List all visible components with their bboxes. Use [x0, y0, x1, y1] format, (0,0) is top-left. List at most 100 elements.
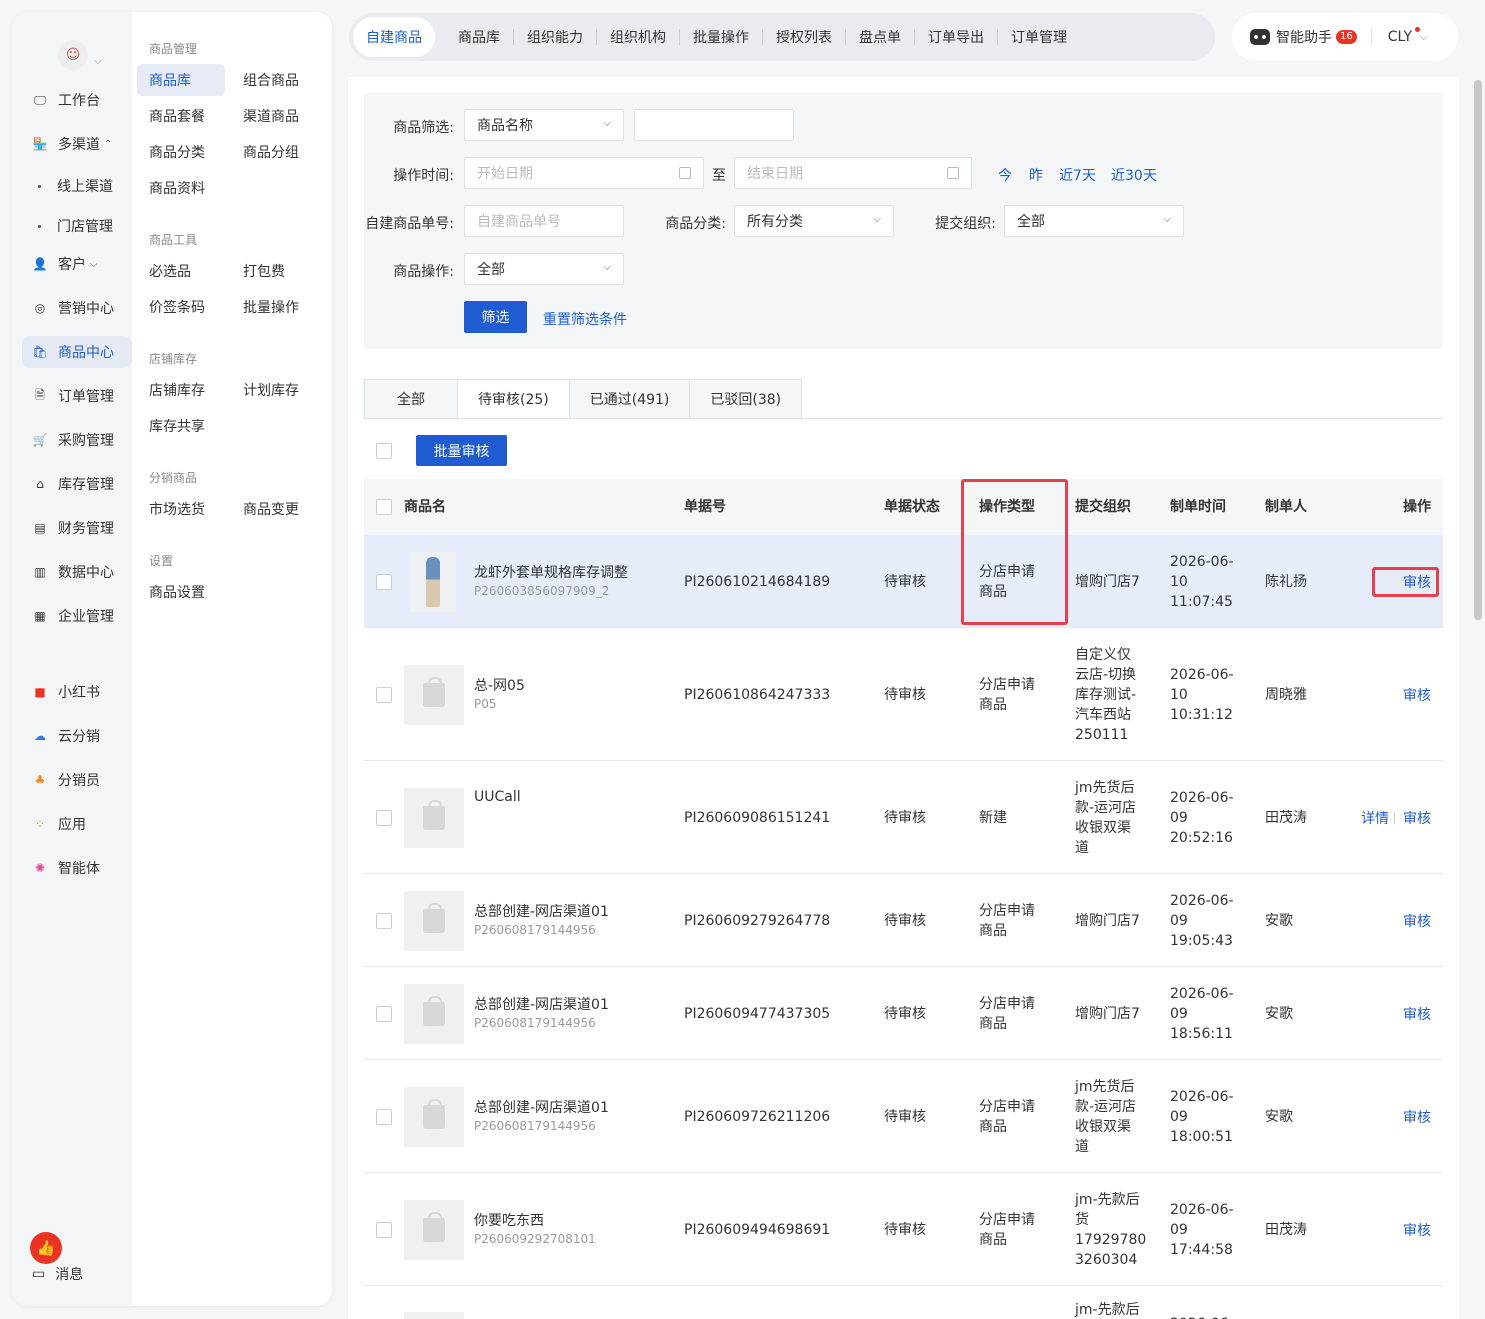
nav2-item[interactable]: 渠道商品: [231, 100, 311, 132]
sidebar-item-9[interactable]: ▥ 数据中心: [22, 556, 132, 588]
row-checkbox[interactable]: [376, 809, 392, 826]
top-tab-5[interactable]: 授权列表: [763, 17, 845, 57]
row-checkbox[interactable]: [376, 1221, 392, 1238]
nav2-item[interactable]: 必选品: [137, 255, 203, 287]
top-tab-3[interactable]: 组织机构: [597, 17, 679, 57]
nav2-item[interactable]: 商品库: [137, 64, 225, 96]
sidebar-item-message[interactable]: ▭ 消息: [32, 1264, 83, 1284]
quick-today[interactable]: 今: [998, 165, 1012, 185]
product-filter-select[interactable]: 商品名称 ⌵: [464, 109, 624, 141]
sidebar-item-7[interactable]: ⌂ 库存管理: [22, 468, 132, 500]
table-row[interactable]: 总部创建-网店渠道01 P260608179144956 PI26060927926…: [364, 874, 1443, 967]
nav2-item[interactable]: 商品分类: [137, 136, 217, 168]
top-tab-2[interactable]: 组织能力: [514, 17, 596, 57]
sidebar-item-6[interactable]: 🛒 采购管理: [22, 424, 132, 456]
product-name[interactable]: UUCall: [474, 789, 521, 805]
row-checkbox[interactable]: [376, 1108, 392, 1125]
product-name[interactable]: 你要吃东西: [474, 1210, 544, 1230]
sidebar-item-5[interactable]: 🗎 订单管理: [22, 380, 132, 412]
status-tab-0[interactable]: 全部: [364, 379, 458, 419]
row-checkbox[interactable]: [376, 573, 392, 590]
nav2-item[interactable]: 商品套餐: [137, 100, 217, 132]
nav2-item[interactable]: 市场选货: [137, 493, 217, 525]
review-link[interactable]: 审核: [1403, 911, 1431, 931]
top-tab-7[interactable]: 订单导出: [915, 17, 997, 57]
header-checkbox[interactable]: [376, 499, 392, 515]
product-name[interactable]: 总部创建-网店渠道01: [474, 901, 609, 921]
sidebar-item-4[interactable]: 🛍 商品中心: [22, 336, 132, 368]
sidebar-app-3[interactable]: ⁘ 应用: [22, 808, 132, 840]
assistant-button[interactable]: 智能助手 16: [1250, 27, 1357, 47]
product-name[interactable]: 总部创建-网店渠道01: [474, 994, 609, 1014]
table-row[interactable]: 龙虾外套单规格库存调整 P260603856097909_2 PI260610214…: [364, 535, 1443, 628]
end-date-input[interactable]: 结束日期: [734, 157, 972, 189]
status-tab-2[interactable]: 已通过(491): [568, 379, 691, 419]
row-checkbox[interactable]: [376, 1005, 392, 1022]
quick-30days[interactable]: 近30天: [1111, 165, 1157, 185]
table-row[interactable]: jm-先款后 2026-06-: [364, 1286, 1443, 1319]
status-tab-1[interactable]: 待审核(25): [457, 379, 570, 419]
sidebar-subitem-1[interactable]: 门店管理: [38, 214, 113, 238]
nav2-item[interactable]: 计划库存: [231, 374, 311, 406]
org-select[interactable]: 全部 ⌵: [1004, 205, 1184, 237]
nav2-item[interactable]: 商品设置: [137, 576, 217, 608]
table-row[interactable]: 总-网05 P05 PI260610864247333 待审核 分店申请 商品 自定义仅 云店…: [364, 628, 1443, 761]
review-link[interactable]: 审核: [1403, 808, 1431, 828]
order-no-input[interactable]: 自建商品单号: [464, 205, 624, 237]
top-tab-8[interactable]: 订单管理: [998, 17, 1080, 57]
sidebar-item-10[interactable]: ▦ 企业管理: [22, 600, 132, 632]
user-menu[interactable]: CLY ⌵: [1388, 27, 1428, 45]
category-select[interactable]: 所有分类 ⌵: [734, 205, 894, 237]
nav2-item[interactable]: 打包费: [231, 255, 297, 287]
review-link[interactable]: 审核: [1403, 1004, 1431, 1024]
nav2-item[interactable]: 组合商品: [231, 64, 311, 96]
sidebar-item-8[interactable]: ▤ 财务管理: [22, 512, 132, 544]
nav2-item[interactable]: 商品分组: [231, 136, 311, 168]
thumbs-up-icon[interactable]: 👍: [30, 1232, 62, 1264]
review-link[interactable]: 审核: [1403, 685, 1431, 705]
product-name[interactable]: 总部创建-网店渠道01: [474, 1097, 609, 1117]
row-checkbox[interactable]: [376, 686, 392, 703]
top-tab-6[interactable]: 盘点单: [846, 17, 914, 57]
review-link[interactable]: 审核: [1403, 1220, 1431, 1240]
nav2-item[interactable]: 店铺库存: [137, 374, 217, 406]
nav2-item[interactable]: 批量操作: [231, 291, 311, 323]
quick-7days[interactable]: 近7天: [1059, 165, 1096, 185]
batch-review-button[interactable]: 批量审核: [416, 435, 507, 466]
review-link[interactable]: 审核: [1403, 572, 1431, 592]
quick-yesterday[interactable]: 昨: [1029, 165, 1043, 185]
table-row[interactable]: 总部创建-网店渠道01 P260608179144956 PI26060972621…: [364, 1060, 1443, 1173]
sidebar-app-0[interactable]: ■ 小红书: [22, 676, 132, 708]
op-select[interactable]: 全部 ⌵: [464, 253, 624, 285]
filter-button[interactable]: 筛选: [464, 301, 527, 333]
nav2-item[interactable]: 库存共享: [137, 410, 217, 442]
sidebar-app-2[interactable]: ♣ 分销员: [22, 764, 132, 796]
top-tab-1[interactable]: 商品库: [445, 17, 513, 57]
top-tab-0[interactable]: 自建商品: [353, 17, 435, 57]
sidebar-item-0[interactable]: 🖵 工作台: [22, 84, 132, 116]
top-tab-4[interactable]: 批量操作: [680, 17, 762, 57]
sidebar-app-4[interactable]: ✺ 智能体: [22, 852, 132, 884]
table-row[interactable]: 你要吃东西 P260609292708101 PI260609494698691 待审…: [364, 1173, 1443, 1286]
chevron-down-icon[interactable]: ⌵: [94, 56, 102, 67]
sidebar-item-1[interactable]: 🏪 多渠道 ⌃: [22, 128, 132, 160]
nav2-item[interactable]: 商品变更: [231, 493, 311, 525]
sidebar-app-1[interactable]: ☁ 云分销: [22, 720, 132, 752]
sidebar-item-3[interactable]: ◎ 营销中心: [22, 292, 132, 324]
select-all-checkbox[interactable]: [376, 443, 392, 459]
detail-link[interactable]: 详情: [1361, 808, 1389, 828]
row-checkbox[interactable]: [376, 912, 392, 929]
product-name[interactable]: 总-网05: [474, 675, 525, 695]
reset-filter-link[interactable]: 重置筛选条件: [543, 309, 627, 329]
start-date-input[interactable]: 开始日期: [464, 157, 704, 189]
table-row[interactable]: 总部创建-网店渠道01 P260608179144956 PI26060947743…: [364, 967, 1443, 1060]
sidebar-subitem-0[interactable]: 线上渠道: [38, 174, 113, 198]
review-link[interactable]: 审核: [1403, 1107, 1431, 1127]
scrollbar[interactable]: [1474, 80, 1482, 620]
product-name[interactable]: 龙虾外套单规格库存调整: [474, 562, 628, 582]
sidebar-item-2[interactable]: 👤 客户 ⌵: [22, 248, 132, 280]
nav2-item[interactable]: 价签条码: [137, 291, 217, 323]
status-tab-3[interactable]: 已驳回(38): [689, 379, 803, 419]
table-row[interactable]: UUCall PI260609086151241 待审核 新建 jm先货后 款-运河店 收银…: [364, 761, 1443, 874]
product-filter-input[interactable]: [634, 109, 794, 141]
